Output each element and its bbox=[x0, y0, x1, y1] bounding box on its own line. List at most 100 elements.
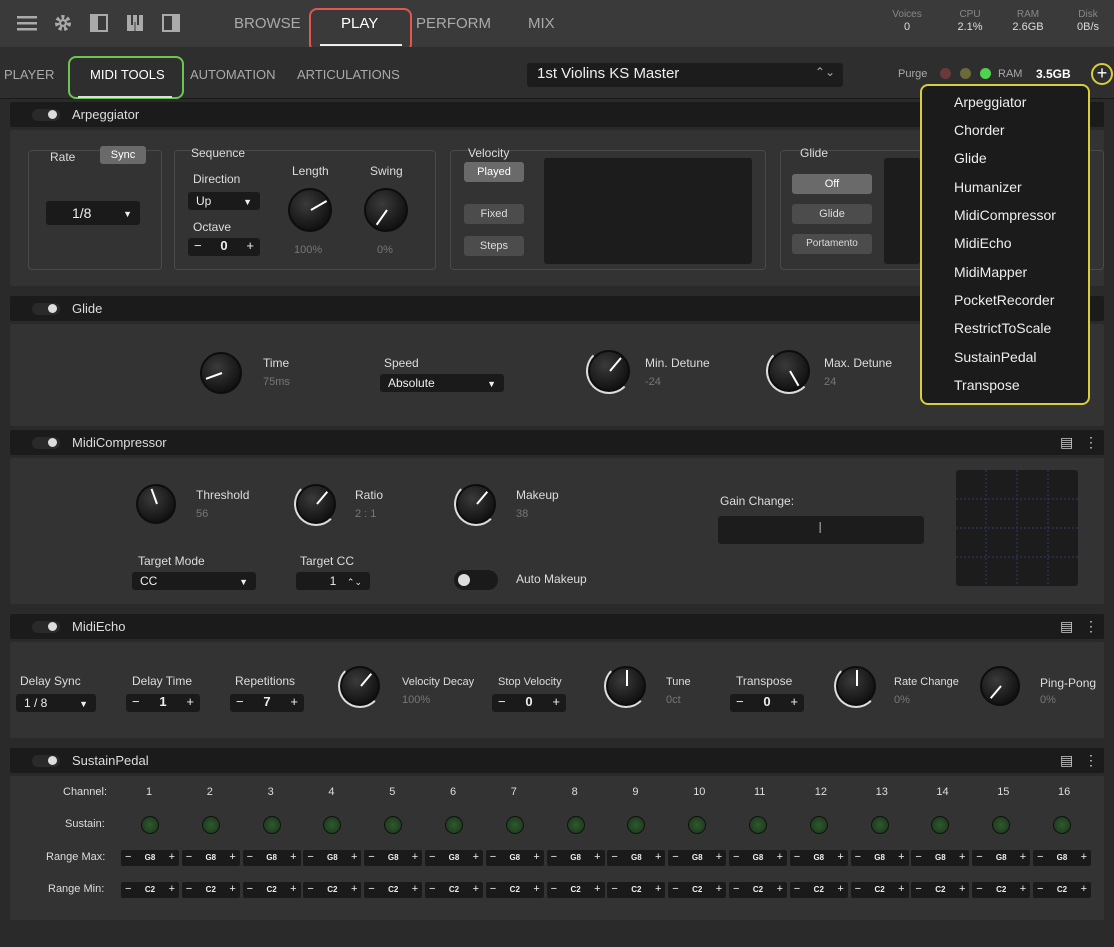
plus-icon[interactable]: + bbox=[1081, 851, 1087, 863]
menu-item-restricttoscale[interactable]: RestrictToScale bbox=[954, 320, 1051, 336]
played-button[interactable]: Played bbox=[464, 162, 524, 182]
rate-change-knob[interactable] bbox=[834, 664, 878, 708]
swing-knob[interactable] bbox=[364, 188, 408, 232]
sustain-led[interactable] bbox=[870, 816, 889, 834]
sustain-led[interactable] bbox=[1053, 816, 1071, 834]
sustain-led[interactable] bbox=[262, 816, 281, 834]
direction-dropdown[interactable]: Up ▼ bbox=[188, 192, 260, 210]
range-min-stepper[interactable]: − C2 + bbox=[668, 882, 727, 898]
menu-item-midicompressor[interactable]: MidiCompressor bbox=[954, 207, 1056, 223]
auto-makeup-toggle[interactable] bbox=[454, 570, 498, 590]
range-min-stepper[interactable]: − C2 + bbox=[729, 882, 787, 898]
range-min-stepper[interactable]: − C2 + bbox=[485, 882, 544, 898]
plus-icon[interactable]: + bbox=[898, 883, 904, 895]
nav-browse[interactable]: BROWSE bbox=[234, 0, 301, 47]
instrument-select[interactable]: 1st Violins KS Master ⌃⌄ bbox=[527, 63, 843, 87]
power-dot-icon[interactable] bbox=[48, 438, 57, 447]
range-min-stepper[interactable]: − C2 + bbox=[181, 882, 240, 898]
menu-item-sustainpedal[interactable]: SustainPedal bbox=[954, 349, 1037, 365]
sustain-led[interactable] bbox=[749, 816, 767, 834]
rate-dropdown[interactable]: 1/8 ▼ bbox=[46, 201, 140, 225]
range-max-stepper[interactable]: − G8 + bbox=[668, 850, 727, 866]
max-detune-knob[interactable] bbox=[766, 348, 812, 394]
right-panel-icon[interactable] bbox=[160, 13, 182, 33]
plus-icon[interactable]: + bbox=[169, 851, 175, 863]
more-menu-icon[interactable]: ⋮ bbox=[1084, 752, 1098, 769]
menu-item-transpose[interactable]: Transpose bbox=[954, 377, 1020, 393]
more-menu-icon[interactable]: ⋮ bbox=[1084, 618, 1098, 635]
preset-icon[interactable]: ▤ bbox=[1060, 434, 1073, 451]
repetitions-stepper[interactable]: −7 + bbox=[230, 694, 304, 712]
stop-velocity-stepper[interactable]: −0 + bbox=[492, 694, 566, 712]
sustain-led[interactable] bbox=[688, 816, 707, 834]
sustain-led[interactable] bbox=[384, 816, 403, 834]
menu-item-humanizer[interactable]: Humanizer bbox=[954, 179, 1022, 195]
menu-item-midiecho[interactable]: MidiEcho bbox=[954, 235, 1012, 251]
glide-off-button[interactable]: Off bbox=[792, 174, 872, 194]
range-max-stepper[interactable]: − G8 + bbox=[1033, 850, 1091, 866]
plus-icon[interactable]: + bbox=[594, 883, 600, 895]
range-min-stepper[interactable]: − C2 + bbox=[972, 882, 1031, 898]
hamburger-menu-icon[interactable] bbox=[16, 13, 38, 33]
plus-icon[interactable]: + bbox=[473, 851, 479, 863]
makeup-knob[interactable] bbox=[454, 482, 498, 526]
sync-button[interactable]: Sync bbox=[100, 146, 146, 164]
power-dot-icon[interactable] bbox=[48, 756, 57, 765]
add-tool-button[interactable]: + bbox=[1091, 63, 1113, 85]
plus-icon[interactable]: + bbox=[1081, 883, 1087, 895]
nav-perform[interactable]: PERFORM bbox=[416, 0, 491, 47]
sustain-led[interactable] bbox=[627, 816, 646, 834]
more-menu-icon[interactable]: ⋮ bbox=[1084, 434, 1098, 451]
velocity-decay-knob[interactable] bbox=[338, 664, 382, 708]
nav-mix[interactable]: MIX bbox=[528, 0, 555, 47]
fixed-button[interactable]: Fixed bbox=[464, 204, 524, 224]
plus-icon[interactable]: + bbox=[229, 851, 235, 863]
range-max-stepper[interactable]: − G8 + bbox=[425, 850, 483, 866]
length-knob[interactable] bbox=[288, 188, 332, 232]
menu-item-pocketrecorder[interactable]: PocketRecorder bbox=[954, 292, 1054, 308]
range-max-stepper[interactable]: − G8 + bbox=[485, 850, 544, 866]
sustain-led[interactable] bbox=[931, 816, 950, 834]
target-mode-dropdown[interactable]: CC ▼ bbox=[132, 572, 256, 590]
plus-icon[interactable]: + bbox=[229, 883, 235, 895]
plus-icon[interactable]: + bbox=[246, 238, 254, 253]
plus-icon[interactable]: + bbox=[959, 851, 965, 863]
ping-pong-knob[interactable] bbox=[980, 666, 1020, 706]
range-min-stepper[interactable]: − C2 + bbox=[546, 882, 605, 898]
plus-icon[interactable]: + bbox=[290, 694, 298, 709]
sustain-led[interactable] bbox=[323, 816, 342, 834]
sustain-led[interactable] bbox=[992, 816, 1011, 834]
range-max-stepper[interactable]: − G8 + bbox=[911, 850, 970, 866]
range-max-stepper[interactable]: − G8 + bbox=[789, 850, 848, 866]
purge-label[interactable]: Purge bbox=[898, 68, 927, 80]
sustain-led[interactable] bbox=[505, 816, 524, 834]
plus-icon[interactable]: + bbox=[655, 883, 661, 895]
tab-articulations[interactable]: ARTICULATIONS bbox=[297, 67, 400, 82]
range-max-stepper[interactable]: − G8 + bbox=[850, 850, 909, 866]
range-max-stepper[interactable]: − G8 + bbox=[546, 850, 605, 866]
power-dot-icon[interactable] bbox=[48, 110, 57, 119]
range-min-stepper[interactable]: − C2 + bbox=[911, 882, 970, 898]
velocity-display[interactable] bbox=[544, 158, 752, 264]
range-min-stepper[interactable]: − C2 + bbox=[789, 882, 848, 898]
plus-icon[interactable]: + bbox=[351, 883, 357, 895]
range-min-stepper[interactable]: − C2 + bbox=[364, 882, 423, 898]
plus-icon[interactable]: + bbox=[777, 883, 783, 895]
transpose-stepper[interactable]: −0 + bbox=[730, 694, 804, 712]
delay-sync-dropdown[interactable]: 1 / 8 ▼ bbox=[16, 694, 96, 712]
delay-time-stepper[interactable]: −1 + bbox=[126, 694, 200, 712]
plus-icon[interactable]: + bbox=[898, 851, 904, 863]
plus-icon[interactable]: + bbox=[959, 883, 965, 895]
range-min-stepper[interactable]: − C2 + bbox=[303, 882, 362, 898]
plus-icon[interactable]: + bbox=[552, 694, 560, 709]
tab-automation[interactable]: AUTOMATION bbox=[190, 67, 275, 82]
glide-glide-button[interactable]: Glide bbox=[792, 204, 872, 224]
plus-icon[interactable]: + bbox=[716, 851, 722, 863]
speed-dropdown[interactable]: Absolute ▼ bbox=[380, 374, 504, 392]
range-max-stepper[interactable]: − G8 + bbox=[181, 850, 240, 866]
plus-icon[interactable]: + bbox=[594, 851, 600, 863]
menu-item-midimapper[interactable]: MidiMapper bbox=[954, 264, 1027, 280]
plus-icon[interactable]: + bbox=[837, 883, 843, 895]
plus-icon[interactable]: + bbox=[837, 851, 843, 863]
range-min-stepper[interactable]: − C2 + bbox=[607, 882, 666, 898]
